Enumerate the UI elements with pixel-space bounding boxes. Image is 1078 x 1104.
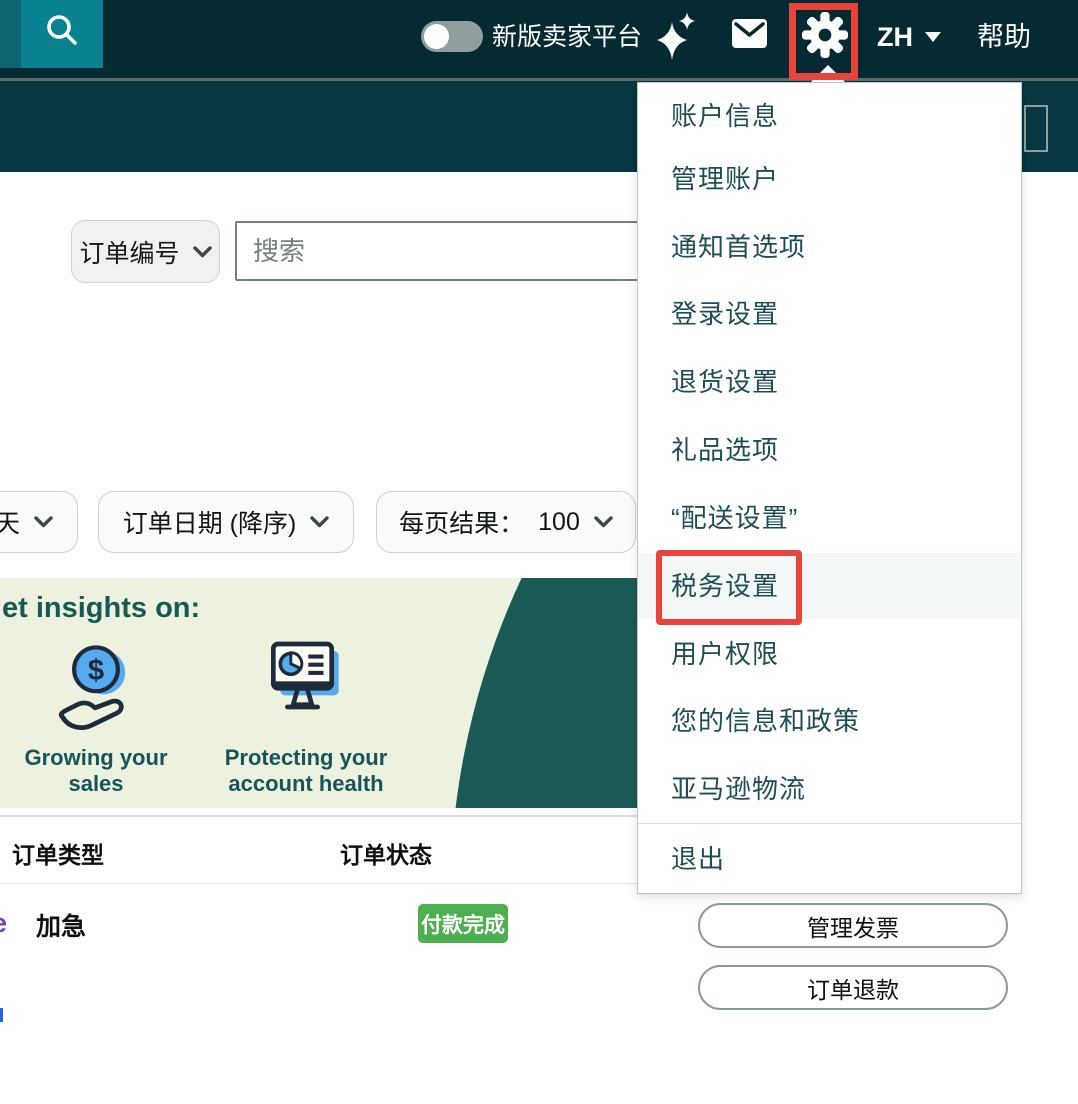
seller-central-page: 新版卖家平台 ZH 帮助 订单编号 搜索 天 订单日期 (降序) 每页结果： 1… xyxy=(0,0,1078,1104)
banner-item-growing-sales: $ Growing your sales xyxy=(8,636,184,797)
chevron-down-icon xyxy=(594,516,613,528)
svg-text:$: $ xyxy=(88,655,104,687)
language-code: ZH xyxy=(877,22,913,52)
settings-dropdown-menu: 账户信息 管理账户 通知首选项 登录设置 退货设置 礼品选项 “配送设置” 税务… xyxy=(637,82,1022,894)
order-search-input[interactable] xyxy=(235,221,645,281)
sparkle-ai-icon[interactable] xyxy=(652,10,700,67)
global-search-button[interactable] xyxy=(21,0,103,68)
results-per-page-label: 每页结果： xyxy=(399,510,525,538)
menu-item-login-settings[interactable]: 登录设置 xyxy=(638,281,1021,347)
date-range-dropdown[interactable]: 天 xyxy=(0,491,78,553)
menu-item-manage-account[interactable]: 管理账户 xyxy=(638,146,1021,212)
menu-item-your-info-policies[interactable]: 您的信息和政策 xyxy=(638,688,1021,754)
coin-hand-icon: $ xyxy=(50,645,142,740)
sort-order-dropdown[interactable]: 订单日期 (降序) xyxy=(98,491,354,553)
insights-banner: et insights on: $ Growing your sales Pro… xyxy=(0,578,650,808)
banner-item-label: Protecting your account health xyxy=(224,745,388,796)
annotation-box-gear xyxy=(789,3,858,80)
column-header-order-type: 订单类型 xyxy=(12,842,104,868)
hidden-nav-searchbox-fragment xyxy=(1024,105,1048,152)
column-header-order-status: 订单状态 xyxy=(340,842,432,868)
date-range-label: 天 xyxy=(0,510,20,538)
banner-heading: et insights on: xyxy=(2,592,201,624)
banner-item-label: Growing your sales xyxy=(24,745,168,796)
sort-order-label: 订单日期 (降序) xyxy=(122,510,297,538)
menu-item-shipping-settings[interactable]: “配送设置” xyxy=(638,485,1021,551)
chevron-down-icon xyxy=(192,245,212,257)
results-per-page-value: 100 xyxy=(538,507,580,536)
menu-item-user-permissions[interactable]: 用户权限 xyxy=(638,621,1021,687)
menu-item-gift-options[interactable]: 礼品选项 xyxy=(638,417,1021,483)
toggle-knob xyxy=(424,24,449,49)
annotation-box-tax-settings xyxy=(656,550,802,625)
new-seller-platform-toggle[interactable] xyxy=(421,21,483,52)
table-divider xyxy=(0,815,637,817)
help-link[interactable]: 帮助 xyxy=(977,20,1031,54)
order-refund-button[interactable]: 订单退款 xyxy=(698,965,1008,1010)
menu-divider xyxy=(638,823,1021,824)
menu-item-fba[interactable]: 亚马逊物流 xyxy=(638,756,1021,822)
menu-item-account-info[interactable]: 账户信息 xyxy=(638,83,1021,149)
menu-item-logout[interactable]: 退出 xyxy=(638,826,1021,892)
nav-divider xyxy=(0,78,1078,81)
chevron-down-icon xyxy=(925,32,941,42)
nav-left-strip xyxy=(0,0,21,68)
banner-item-account-health: Protecting your account health xyxy=(212,636,400,797)
chevron-down-icon xyxy=(34,516,53,528)
magnifier-icon xyxy=(43,13,81,56)
banner-decorative-circle xyxy=(450,578,650,808)
status-badge: 付款完成 xyxy=(418,904,508,943)
search-field-selector[interactable]: 订单编号 xyxy=(71,220,220,283)
table-divider xyxy=(0,883,637,884)
top-nav-bar: 新版卖家平台 ZH 帮助 xyxy=(0,0,1078,78)
menu-item-notification-prefs[interactable]: 通知首选项 xyxy=(638,214,1021,280)
language-selector[interactable]: ZH xyxy=(877,20,941,54)
truncated-order-link[interactable]: e xyxy=(0,908,7,939)
results-per-page-dropdown[interactable]: 每页结果： 100 xyxy=(376,491,636,553)
truncated-bottom-element xyxy=(0,1008,3,1022)
order-type-cell: 加急 xyxy=(36,913,87,941)
menu-item-return-settings[interactable]: 退货设置 xyxy=(638,349,1021,415)
messages-envelope-icon[interactable] xyxy=(731,17,768,55)
chevron-down-icon xyxy=(310,516,329,528)
toggle-label: 新版卖家平台 xyxy=(492,23,643,51)
selector-label: 订单编号 xyxy=(79,239,180,268)
monitor-health-icon xyxy=(264,641,348,740)
manage-invoice-button[interactable]: 管理发票 xyxy=(698,903,1008,948)
